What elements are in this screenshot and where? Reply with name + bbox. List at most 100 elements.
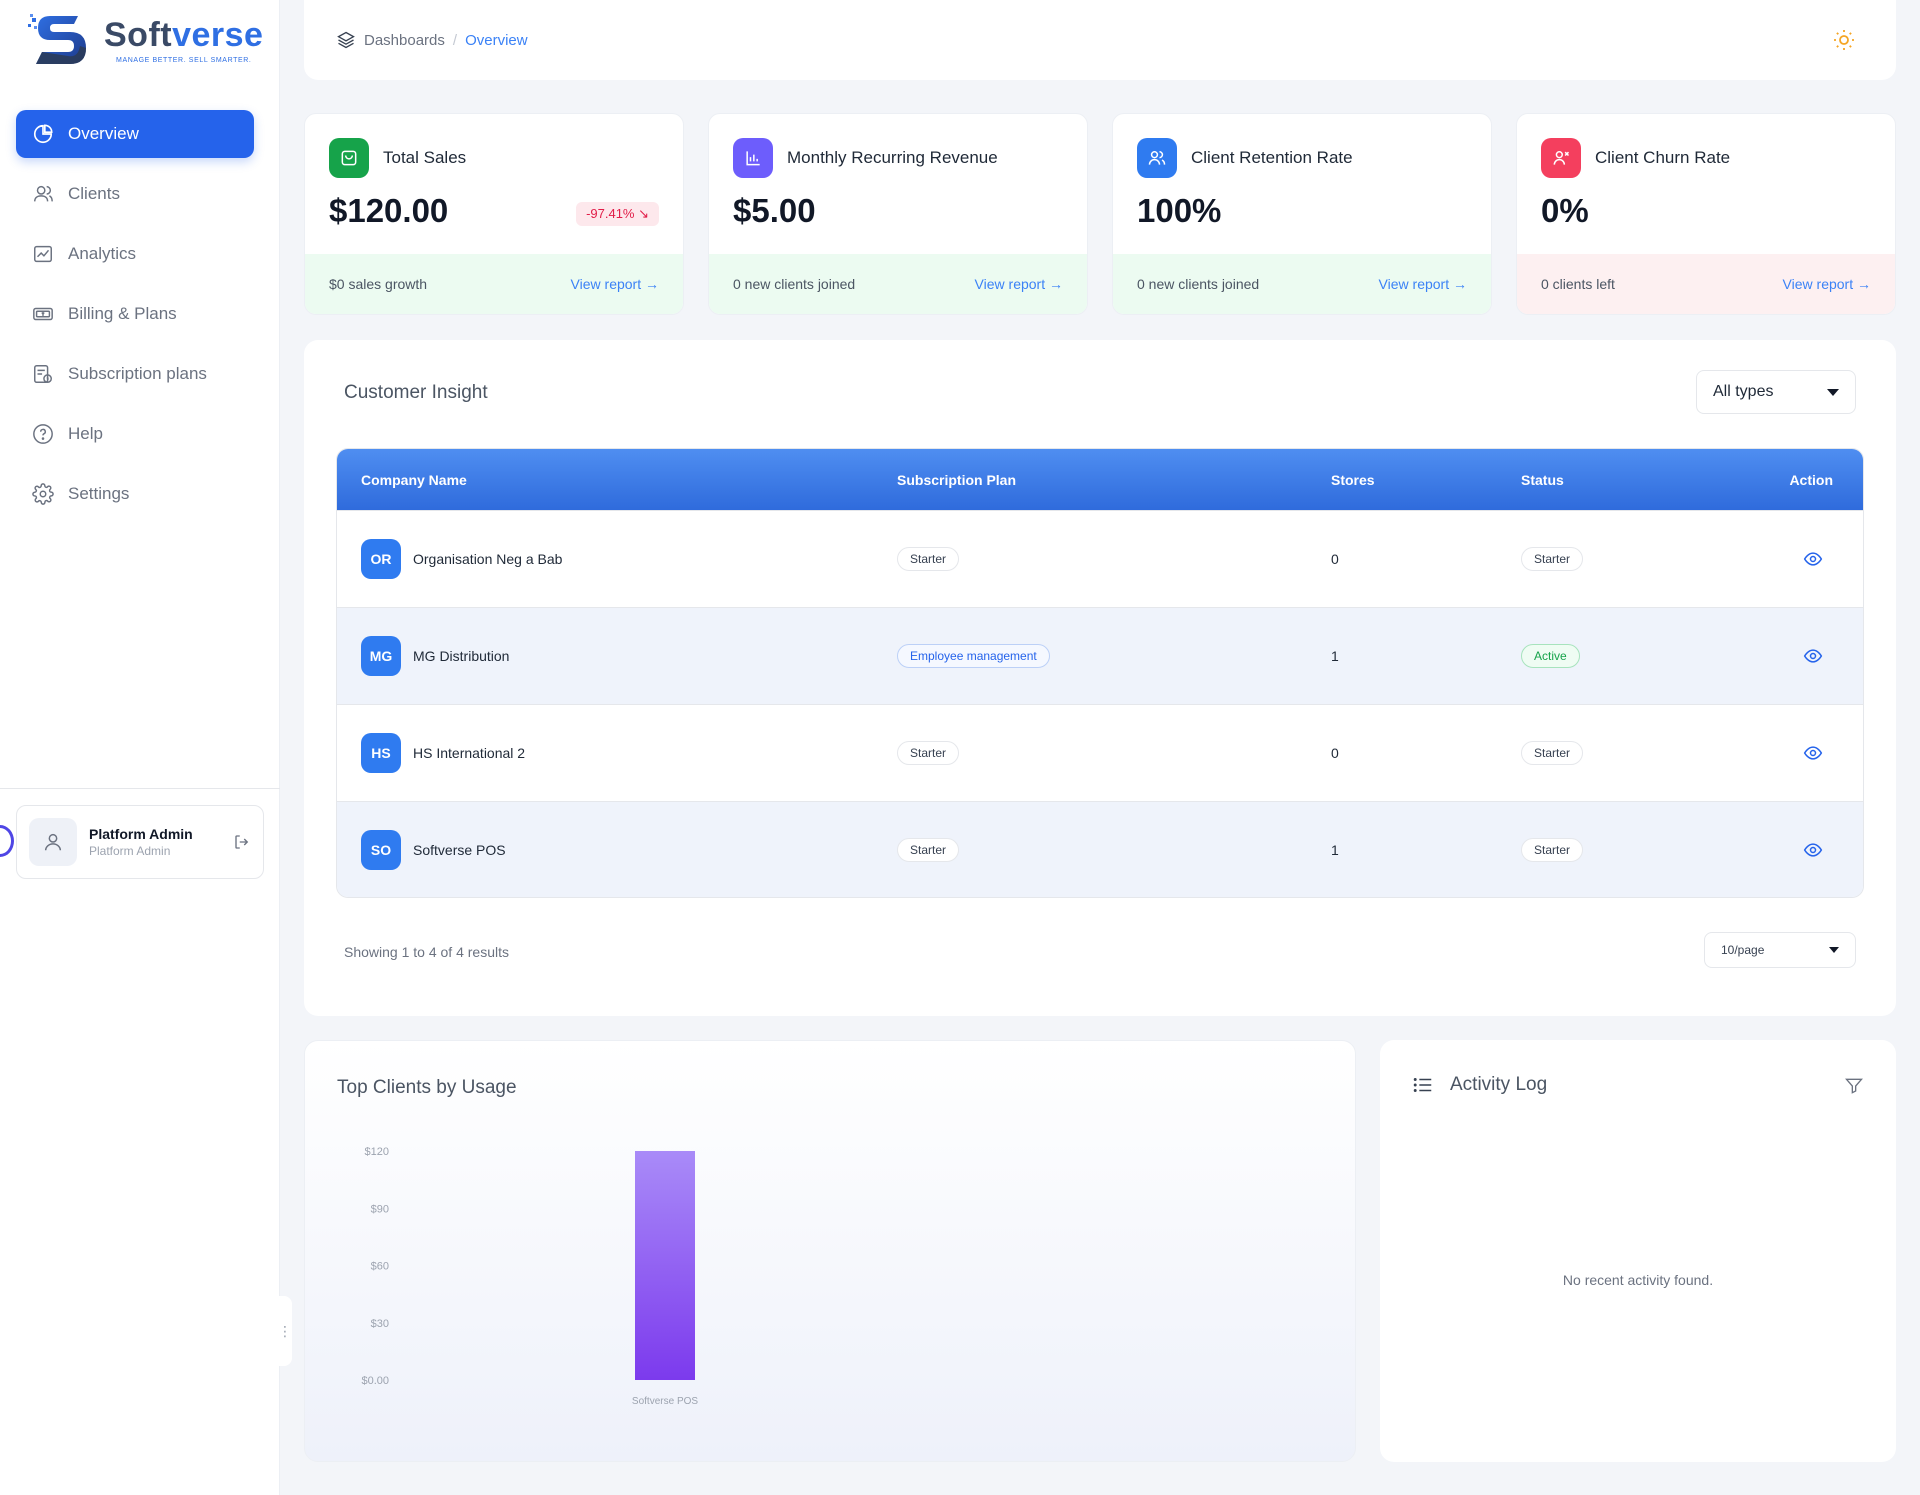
users-icon bbox=[1137, 138, 1177, 178]
plan-badge: Employee management bbox=[897, 644, 1050, 668]
sidebar-item-clients[interactable]: Clients bbox=[16, 170, 254, 218]
table-row[interactable]: OR Organisation Neg a Bab Starter 0 Star… bbox=[337, 510, 1863, 607]
table-row[interactable]: MG MG Distribution Employee management 1… bbox=[337, 607, 1863, 704]
subscription-icon bbox=[34, 365, 52, 383]
y-tick-label: $60 bbox=[371, 1261, 389, 1273]
view-report-link[interactable]: View report → bbox=[1379, 276, 1467, 292]
sidebar-item-billing[interactable]: Billing & Plans bbox=[16, 290, 254, 338]
chart-bar[interactable] bbox=[635, 1151, 695, 1380]
stat-card-churn: Client Churn Rate 0% 0 clients left View… bbox=[1516, 113, 1896, 315]
company-name: MG Distribution bbox=[413, 648, 510, 664]
gear-icon bbox=[32, 483, 54, 505]
customer-insight-panel: Customer Insight All types Company Name … bbox=[304, 340, 1896, 1016]
softverse-logo-icon bbox=[28, 14, 86, 64]
stat-footer-text: 0 new clients joined bbox=[733, 276, 856, 292]
type-filter-select[interactable]: All types bbox=[1696, 370, 1856, 414]
company-avatar: MG bbox=[361, 636, 401, 676]
section-title: Customer Insight bbox=[344, 382, 488, 403]
page-size-value: 10/page bbox=[1721, 943, 1765, 957]
view-report-link[interactable]: View report → bbox=[975, 276, 1063, 292]
column-header[interactable]: Stores bbox=[1331, 472, 1375, 488]
status-badge: Active bbox=[1521, 644, 1580, 668]
stat-value: $5.00 bbox=[733, 192, 816, 229]
stat-footer: 0 new clients joined View report → bbox=[709, 254, 1087, 314]
table-row[interactable]: HS HS International 2 Starter 0 Starter bbox=[337, 704, 1863, 801]
sidebar-item-label: Analytics bbox=[68, 244, 137, 263]
eye-icon[interactable] bbox=[1803, 646, 1823, 666]
shopping-bag-icon bbox=[329, 138, 369, 178]
company-name: HS International 2 bbox=[413, 745, 526, 761]
table-row[interactable]: SO Softverse POS Starter 1 Starter bbox=[337, 801, 1863, 897]
y-tick-label: $30 bbox=[371, 1318, 389, 1330]
stat-title: Monthly Recurring Revenue bbox=[787, 148, 998, 167]
bar-chart-icon bbox=[733, 138, 773, 178]
sidebar-item-label: Help bbox=[68, 424, 103, 443]
plan-badge: Starter bbox=[897, 741, 960, 765]
sidebar-item-settings[interactable]: Settings bbox=[16, 470, 254, 518]
stat-footer-text: 0 new clients joined bbox=[1137, 276, 1260, 292]
stat-card-total-sales: Total Sales $120.00 -97.41% ↘ $0 sales g… bbox=[304, 113, 684, 315]
view-report-link[interactable]: View report → bbox=[571, 276, 659, 292]
stores-count: 1 bbox=[1331, 648, 1339, 664]
activity-title: Activity Log bbox=[1450, 1074, 1548, 1095]
column-header[interactable]: Subscription Plan bbox=[897, 472, 1016, 488]
stat-title: Client Churn Rate bbox=[1595, 148, 1731, 167]
column-header[interactable]: Company Name bbox=[361, 472, 467, 488]
stat-title: Client Retention Rate bbox=[1191, 148, 1353, 167]
sidebar-item-analytics[interactable]: Analytics bbox=[16, 230, 254, 278]
user-profile-card[interactable]: Platform Admin Platform Admin bbox=[16, 805, 264, 879]
usage-bar-chart: $0.00 $30 $60 $90 $120 Softverse POS bbox=[361, 1146, 698, 1407]
sidebar-collapse-handle[interactable]: ⋮ bbox=[278, 1296, 292, 1366]
plan-badge: Starter bbox=[897, 838, 960, 862]
logout-icon[interactable] bbox=[233, 833, 251, 851]
users-icon bbox=[34, 185, 53, 202]
user-remove-icon bbox=[1541, 138, 1581, 178]
sun-icon[interactable] bbox=[1832, 28, 1856, 52]
more-vertical-icon: ⋮ bbox=[278, 1322, 292, 1339]
breadcrumb-separator: / bbox=[452, 31, 458, 49]
view-report-link[interactable]: View report → bbox=[1783, 276, 1871, 292]
billing-icon bbox=[33, 307, 53, 321]
sidebar: Softverse MANAGE BETTER. SELL SMARTER. O… bbox=[0, 0, 280, 1495]
filter-icon[interactable] bbox=[1844, 1076, 1864, 1096]
analytics-icon bbox=[34, 245, 52, 263]
pagination-summary: Showing 1 to 4 of 4 results bbox=[344, 944, 509, 960]
top-header: Dashboards / Overview bbox=[304, 0, 1896, 80]
y-tick-label: $90 bbox=[371, 1203, 389, 1215]
column-header[interactable]: Status bbox=[1521, 472, 1564, 488]
sidebar-item-subscription-plans[interactable]: Subscription plans bbox=[16, 350, 254, 398]
eye-icon[interactable] bbox=[1803, 743, 1823, 763]
breadcrumb-overview[interactable]: Overview bbox=[465, 32, 528, 49]
stat-footer: $0 sales growth View report → bbox=[305, 254, 683, 314]
company-avatar: SO bbox=[361, 830, 401, 870]
sidebar-item-overview[interactable]: Overview bbox=[16, 110, 254, 158]
eye-icon[interactable] bbox=[1803, 840, 1823, 860]
type-filter-value: All types bbox=[1713, 383, 1774, 400]
eye-icon[interactable] bbox=[1803, 549, 1823, 569]
stat-value: 100% bbox=[1137, 192, 1222, 229]
breadcrumb-dashboards[interactable]: Dashboards bbox=[364, 32, 445, 49]
stores-count: 0 bbox=[1331, 745, 1339, 761]
brand-logo[interactable]: Softverse MANAGE BETTER. SELL SMARTER. bbox=[28, 10, 263, 72]
breadcrumb: Dashboards / Overview bbox=[336, 30, 528, 50]
company-avatar: HS bbox=[361, 733, 401, 773]
top-clients-chart-panel: Top Clients by Usage $0.00 $30 $60 $90 $120 S… bbox=[304, 1040, 1356, 1462]
brand-name: Softverse bbox=[104, 16, 264, 54]
sidebar-item-help[interactable]: Help bbox=[16, 410, 254, 458]
customer-table: Company Name Subscription Plan Stores St… bbox=[336, 448, 1864, 898]
plan-badge: Starter bbox=[897, 547, 960, 571]
caret-down-icon bbox=[1827, 388, 1839, 396]
avatar bbox=[29, 818, 77, 866]
sidebar-item-label: Overview bbox=[68, 124, 139, 143]
stat-footer-text: $0 sales growth bbox=[329, 276, 428, 292]
status-badge: Starter bbox=[1521, 547, 1584, 571]
empty-state-text: No recent activity found. bbox=[1562, 1272, 1714, 1288]
company-name: Softverse POS bbox=[413, 842, 506, 858]
page-size-select[interactable]: 10/page bbox=[1704, 932, 1856, 968]
stat-card-mrr: Monthly Recurring Revenue $5.00 0 new cl… bbox=[708, 113, 1088, 315]
stat-value: 0% bbox=[1541, 192, 1589, 229]
list-icon bbox=[1413, 1078, 1432, 1092]
column-header[interactable]: Action bbox=[1789, 472, 1833, 488]
caret-down-icon bbox=[1829, 947, 1839, 953]
stat-footer-text: 0 clients left bbox=[1541, 276, 1615, 292]
